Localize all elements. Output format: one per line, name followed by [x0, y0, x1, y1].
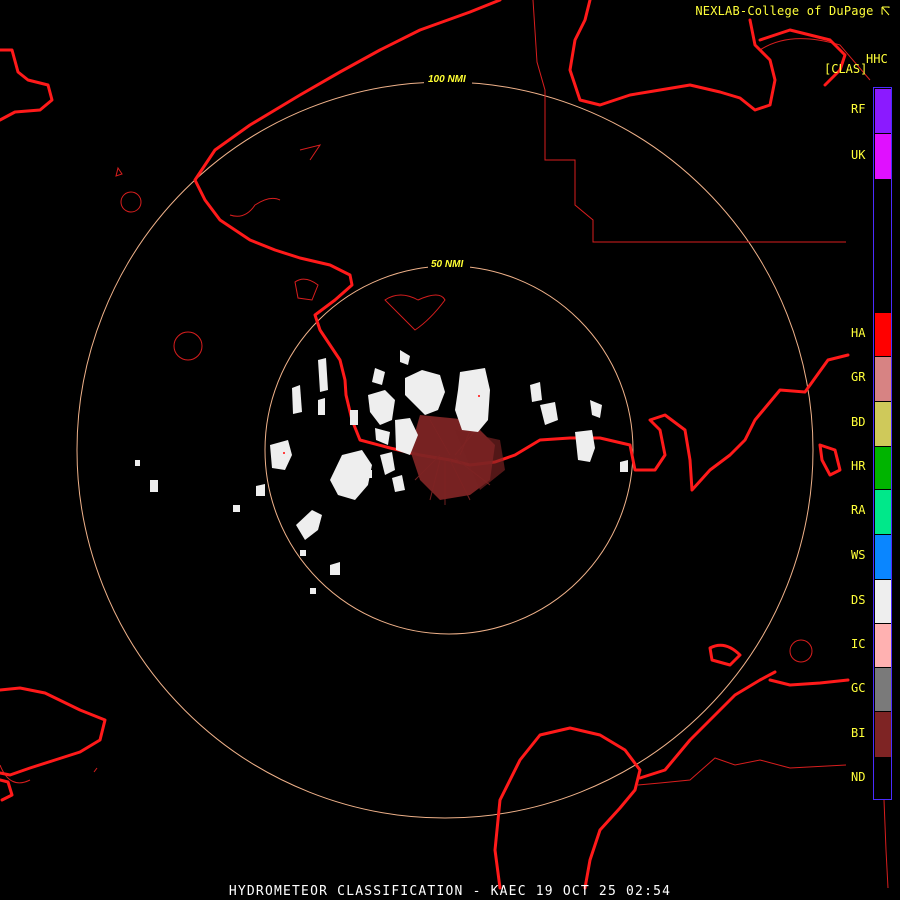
legend-swatch-hr [875, 447, 891, 489]
ring-label-100: 100 NMI [428, 74, 466, 85]
legend-swatch-nd [875, 758, 891, 799]
legend-swatch-ds [875, 580, 891, 623]
legend-swatch-uk [875, 134, 891, 179]
legend-label-ic: IC [851, 637, 866, 651]
radar-map: 100 NMI 50 NMI [0, 0, 889, 890]
ring-label-50: 50 NMI [431, 259, 463, 270]
legend-swatch-ic [875, 624, 891, 667]
legend-color-bar [873, 87, 892, 800]
legend-label-gr: GR [851, 370, 866, 384]
legend-label-ws: WS [851, 548, 866, 562]
legend-swatch-ra [875, 490, 891, 534]
product-caption: HYDROMETEOR CLASSIFICATION - KAEC 19 OCT… [228, 884, 672, 899]
credit-text: NEXLAB-College of DuPage [695, 4, 890, 18]
radar-display: 100 NMI 50 NMI NEXLAB-College of DuPage … [0, 0, 900, 900]
legend-label-rf: RF [851, 102, 866, 116]
legend-swatch-ws [875, 535, 891, 579]
dry-snow-echoes [135, 350, 628, 594]
legend-swatch-rf [875, 89, 891, 133]
legend-swatch-bi [875, 712, 891, 757]
legend-label-uk: UK [851, 148, 866, 162]
legend-swatch-gr [875, 357, 891, 401]
legend-swatch-bd [875, 402, 891, 446]
legend-label-ds: DS [851, 593, 866, 607]
legend-label-bd: BD [851, 415, 866, 429]
legend-swatch-ha [875, 313, 891, 356]
legend-label-hr: HR [851, 459, 866, 473]
biological-echo [410, 415, 505, 500]
product-label: [CLAS] [824, 62, 868, 76]
legend-label-bi: BI [851, 726, 866, 740]
resize-corner-icon[interactable] [881, 6, 890, 16]
legend-label-ha: HA [851, 326, 866, 340]
legend-label-gc: GC [851, 681, 866, 695]
legend-label-ra: RA [851, 503, 866, 517]
legend-swatch-gc [875, 668, 891, 711]
product-code: HHC [866, 52, 888, 66]
legend-label-nd: ND [851, 770, 866, 784]
